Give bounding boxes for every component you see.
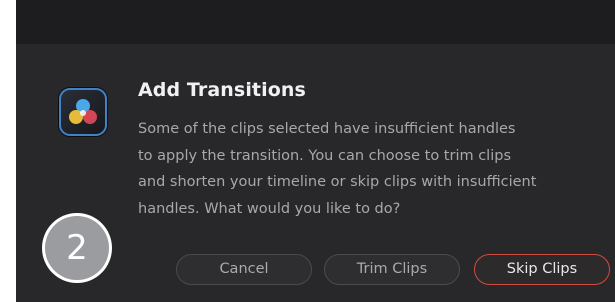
cancel-button[interactable]: Cancel <box>176 254 312 285</box>
dialog-title: Add Transitions <box>138 79 306 101</box>
dialog-window: Add Transitions Some of the clips select… <box>16 0 615 302</box>
message-line: Some of the clips selected have insuffic… <box>138 121 516 137</box>
message-line: to apply the transition. You can choose … <box>138 147 511 164</box>
message-line: handles. What would you like to do? <box>138 200 401 217</box>
dialog-message: Some of the clips selected have insuffic… <box>138 116 558 222</box>
step-number-badge: 2 <box>45 216 109 280</box>
skip-clips-button[interactable]: Skip Clips <box>474 254 610 285</box>
davinci-resolve-app-icon <box>59 88 107 136</box>
message-line: and shorten your timeline or skip clips … <box>138 174 537 190</box>
trim-clips-button[interactable]: Trim Clips <box>324 254 460 285</box>
dialog-top-bar <box>16 0 615 44</box>
